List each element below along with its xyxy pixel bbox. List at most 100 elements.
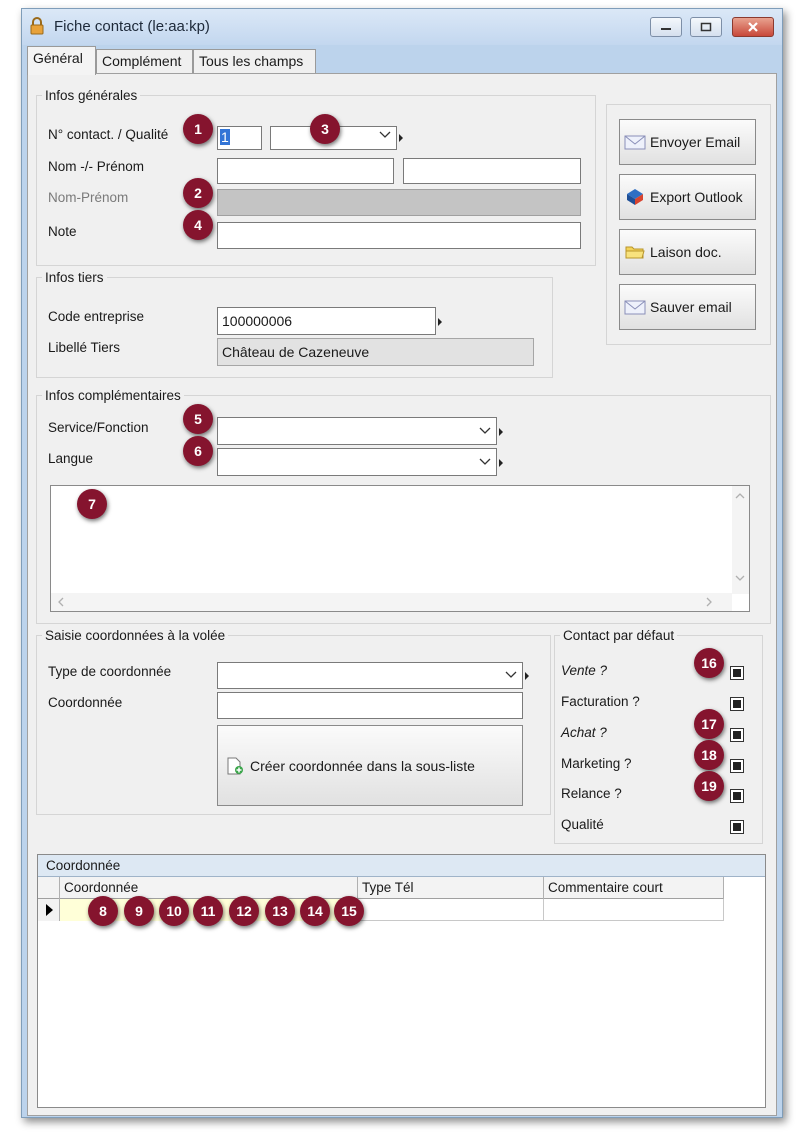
service-fonction-dropdown[interactable] — [217, 417, 497, 445]
infos-generales-legend: Infos générales — [45, 88, 138, 103]
achat-checkbox[interactable] — [730, 728, 744, 742]
cell-type-tel[interactable] — [358, 899, 544, 921]
annotation-badge-15: 15 — [334, 896, 364, 926]
langue-caret-icon[interactable] — [499, 459, 503, 467]
qualite-caret-icon[interactable] — [399, 134, 403, 142]
minimize-button[interactable] — [650, 17, 682, 37]
creer-coordonnee-button[interactable]: Créer coordonnée dans la sous-liste — [217, 725, 523, 806]
langue-label: Langue — [48, 451, 94, 466]
annotation-badge-18: 18 — [694, 740, 724, 770]
service-fonction-label: Service/Fonction — [48, 420, 149, 435]
service-fonction-caret-icon[interactable] — [499, 428, 503, 436]
type-coordonnee-label: Type de coordonnée — [48, 664, 172, 679]
annotation-badge-14: 14 — [300, 896, 330, 926]
sauver-email-button[interactable]: Sauver email — [619, 284, 756, 330]
marketing-checkbox[interactable] — [730, 759, 744, 773]
liaison-doc-button[interactable]: Laison doc. — [619, 229, 756, 275]
grid-title: Coordonnée — [38, 855, 765, 877]
title-bar[interactable]: Fiche contact (le:aa:kp) — [22, 9, 782, 45]
num-contact-input[interactable]: 1 — [217, 126, 262, 150]
tab-strip: Général Complément Tous les champs — [27, 45, 777, 75]
annotation-badge-10: 10 — [159, 896, 189, 926]
vente-label: Vente ? — [561, 663, 608, 678]
marketing-label: Marketing ? — [561, 756, 632, 771]
annotation-badge-8: 8 — [88, 896, 118, 926]
row-selector-header — [38, 877, 60, 899]
annotation-badge-6: 6 — [183, 436, 213, 466]
column-commentaire-court[interactable]: Commentaire court — [544, 877, 724, 899]
facturation-checkbox[interactable] — [730, 697, 744, 711]
type-coordonnee-caret-icon[interactable] — [525, 672, 529, 680]
creer-coordonnee-label: Créer coordonnée dans la sous-liste — [250, 757, 475, 774]
envelope-icon — [624, 300, 646, 315]
annotation-badge-13: 13 — [265, 896, 295, 926]
annotation-badge-4: 4 — [183, 210, 213, 240]
scroll-right-icon[interactable] — [705, 597, 713, 607]
notes-textarea[interactable] — [50, 485, 750, 612]
vertical-scrollbar[interactable] — [732, 486, 749, 594]
tab-general[interactable]: Général — [27, 46, 96, 75]
scroll-down-icon[interactable] — [735, 574, 745, 582]
annotation-badge-2: 2 — [183, 178, 213, 208]
close-icon — [748, 22, 758, 32]
envoyer-email-button[interactable]: Envoyer Email — [619, 119, 756, 165]
export-outlook-label: Export Outlook — [650, 189, 743, 205]
saisie-legend: Saisie coordonnées à la volée — [45, 628, 226, 643]
code-entreprise-label: Code entreprise — [48, 309, 145, 324]
code-entreprise-caret-icon[interactable] — [438, 318, 442, 326]
qualite-label: Qualité — [561, 817, 604, 832]
prenom-input[interactable] — [403, 158, 581, 184]
annotation-badge-12: 12 — [229, 896, 259, 926]
maximize-icon — [700, 22, 712, 32]
chevron-down-icon — [379, 131, 391, 138]
outlook-export-icon — [627, 189, 643, 205]
scroll-up-icon[interactable] — [735, 492, 745, 500]
maximize-button[interactable] — [690, 17, 722, 37]
liaison-doc-label: Laison doc. — [650, 244, 722, 260]
coordonnee-label: Coordonnée — [48, 695, 123, 710]
annotation-badge-1: 1 — [183, 114, 213, 144]
chevron-down-icon — [479, 427, 491, 434]
column-type-tel[interactable]: Type Tél — [358, 877, 544, 899]
row-selector[interactable] — [38, 899, 60, 921]
minimize-icon — [661, 28, 671, 30]
horizontal-scrollbar[interactable] — [51, 593, 732, 611]
form-panel: Infos générales N° contact. / Qualité 1 … — [27, 73, 777, 1116]
chevron-down-icon — [505, 671, 517, 678]
nom-prenom-label: Nom -/- Prénom — [48, 159, 145, 174]
fiche-contact-window: Fiche contact (le:aa:kp) Général Complém… — [21, 8, 783, 1118]
code-entreprise-input[interactable]: 100000006 — [217, 307, 436, 335]
annotation-badge-17: 17 — [694, 709, 724, 739]
current-row-arrow-icon — [46, 904, 53, 916]
cell-commentaire-court[interactable] — [544, 899, 724, 921]
tab-complement[interactable]: Complément — [96, 49, 193, 74]
scroll-left-icon[interactable] — [57, 597, 65, 607]
annotation-badge-7: 7 — [77, 489, 107, 519]
annotation-badge-5: 5 — [183, 404, 213, 434]
export-outlook-button[interactable]: Export Outlook — [619, 174, 756, 220]
annotation-badge-11: 11 — [193, 896, 223, 926]
chevron-down-icon — [479, 458, 491, 465]
annotation-badge-3: 3 — [310, 114, 340, 144]
annotation-badge-16: 16 — [694, 648, 724, 678]
folder-icon — [625, 246, 645, 259]
facturation-label: Facturation ? — [561, 694, 640, 709]
close-button[interactable] — [732, 17, 774, 37]
note-input[interactable] — [217, 222, 581, 249]
vente-checkbox[interactable] — [730, 666, 744, 680]
contact-defaut-legend: Contact par défaut — [563, 628, 675, 643]
coordonnee-input[interactable] — [217, 692, 523, 719]
num-contact-label: N° contact. / Qualité — [48, 127, 169, 142]
qualite-checkbox[interactable] — [730, 820, 744, 834]
infos-complementaires-legend: Infos complémentaires — [45, 388, 181, 403]
nom-input[interactable] — [217, 158, 394, 184]
libelle-tiers-label: Libellé Tiers — [48, 340, 121, 355]
relance-label: Relance ? — [561, 786, 622, 801]
envoyer-email-label: Envoyer Email — [650, 134, 741, 150]
relance-checkbox[interactable] — [730, 789, 744, 803]
annotation-badge-9: 9 — [124, 896, 154, 926]
num-contact-value: 1 — [220, 129, 230, 145]
tab-tous-les-champs[interactable]: Tous les champs — [193, 49, 316, 74]
type-coordonnee-dropdown[interactable] — [217, 662, 523, 689]
langue-dropdown[interactable] — [217, 448, 497, 476]
